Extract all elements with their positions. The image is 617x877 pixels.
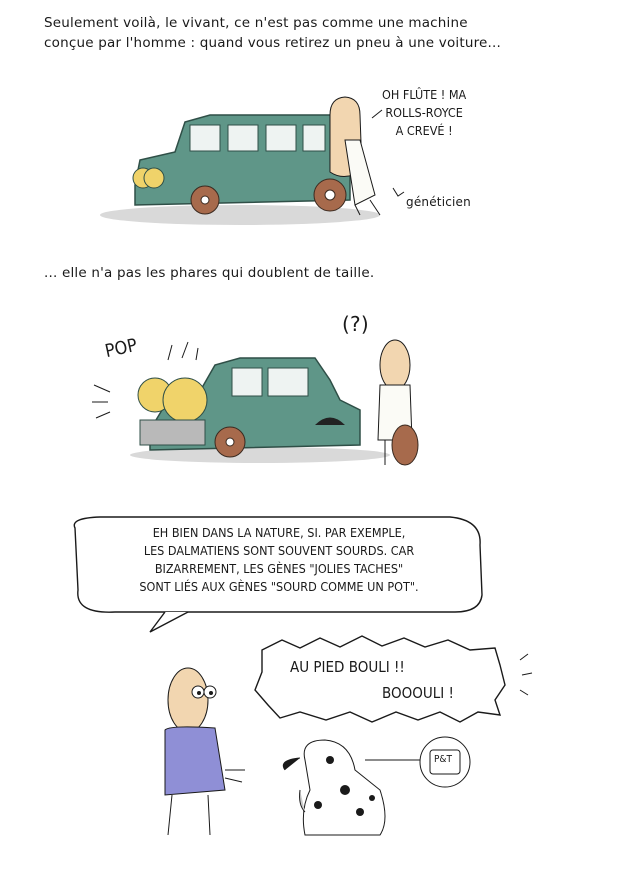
car-panel1 <box>132 114 351 215</box>
pot-label: P&T <box>434 754 452 765</box>
geneticist-panel2 <box>377 339 419 466</box>
speech-panel3-line1: EH BIEN DANS LA NATURE, SI. PAR EXEMPLE, <box>152 525 406 540</box>
shout-line2: BOOOULI ! <box>382 684 454 702</box>
speech-panel3: EH BIEN DANS LA NATURE, SI. PAR EXEMPLE,… <box>83 524 475 596</box>
shout-bubble <box>254 635 506 723</box>
speech-panel1: OH FLÛTE ! MA ROLLS-ROYCE A CREVÉ ! <box>382 86 466 140</box>
label-arrow <box>392 187 405 197</box>
car-panel2 <box>137 357 361 458</box>
speech-panel3-line3: BIZARREMENT, LES GÈNES "JOLIES TACHES" <box>154 561 404 576</box>
shout-line1: AU PIED BOULI !! <box>290 658 405 676</box>
speech-panel3-line2: LES DALMATIENS SONT SOUVENT SOURDS. CAR <box>143 543 415 558</box>
speech-panel1-line2: ROLLS-ROYCE <box>385 105 463 120</box>
label-geneticien: généticien <box>406 195 471 209</box>
motion-lines <box>167 341 199 361</box>
speech-panel1-line1: OH FLÛTE ! MA <box>382 87 467 102</box>
thought-question: (?) <box>342 312 369 336</box>
illustration <box>73 96 533 836</box>
dalmatian <box>282 739 386 836</box>
speech-panel3-line4: SONT LIÉS AUX GÈNES "SOURD COMME UN POT"… <box>139 579 419 594</box>
geneticist-panel3 <box>164 667 245 836</box>
speech-panel1-line3: A CREVÉ ! <box>395 123 453 138</box>
speech-tick <box>371 109 383 119</box>
